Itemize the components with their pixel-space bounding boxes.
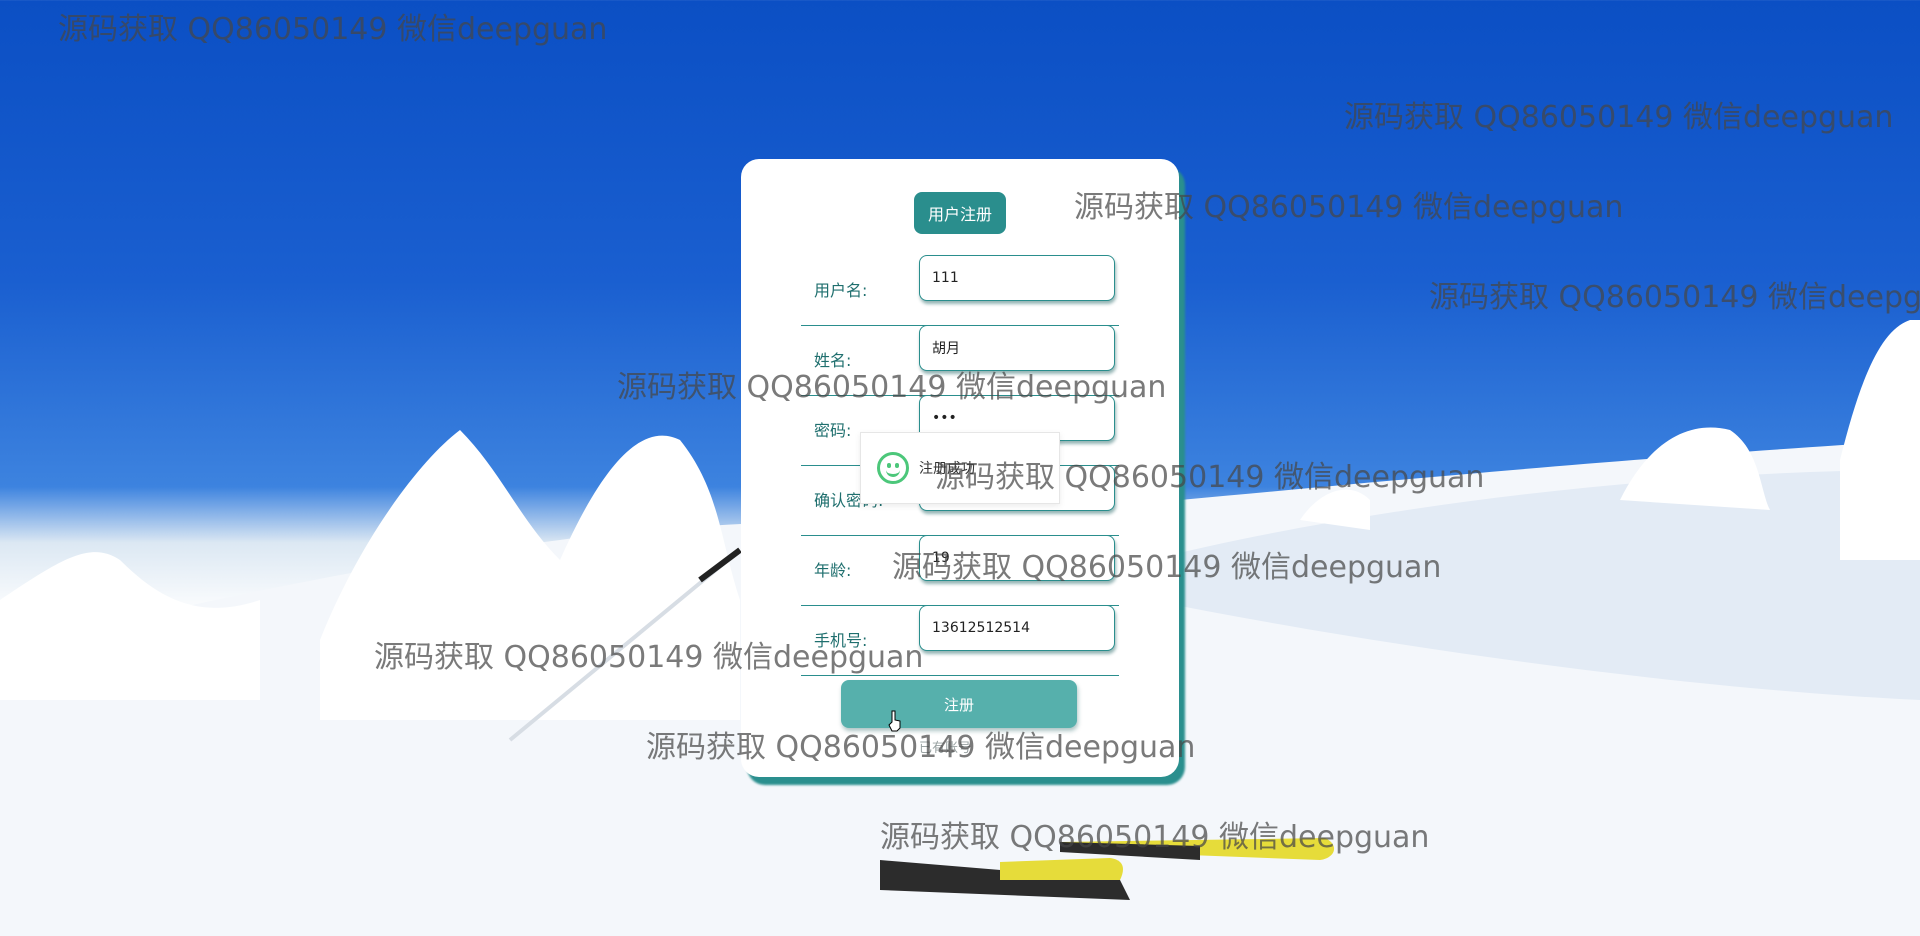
age-input[interactable]: 19 [919, 535, 1115, 581]
name-row: 姓名: 胡月 [801, 325, 1119, 396]
username-label: 用户名: [814, 281, 868, 300]
password-label: 密码: [814, 421, 852, 440]
name-label: 姓名: [814, 351, 852, 370]
smile-icon [877, 452, 909, 484]
age-row: 年龄: 19 [801, 535, 1119, 606]
name-input[interactable]: 胡月 [919, 325, 1115, 371]
toast-message: 注册成功 [919, 461, 975, 477]
login-link[interactable]: 已有账号 [919, 737, 971, 756]
age-label: 年龄: [814, 561, 852, 580]
success-toast: 注册成功 [860, 432, 1060, 504]
phone-label: 手机号: [814, 631, 868, 650]
hand-cursor-icon [888, 710, 901, 732]
phone-row: 手机号: 13612512514 [801, 605, 1119, 676]
phone-input[interactable]: 13612512514 [919, 605, 1115, 651]
username-input[interactable]: 111 [919, 255, 1115, 301]
register-title-button[interactable]: 用户注册 [914, 192, 1006, 234]
username-row: 用户名: 111 [801, 255, 1119, 326]
register-submit-button[interactable]: 注册 [841, 680, 1077, 728]
